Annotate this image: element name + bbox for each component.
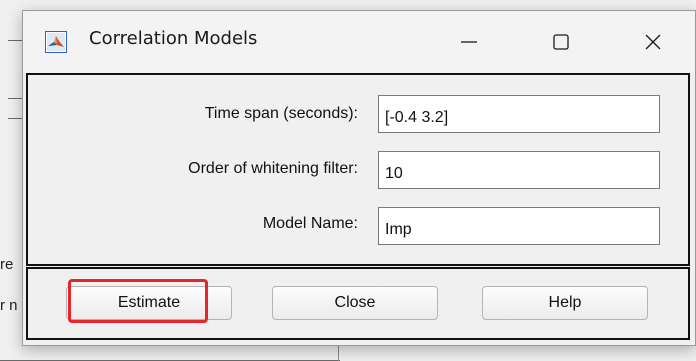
background-divider [338,346,339,361]
background-text-fragment: re [0,256,14,273]
model-name-input[interactable] [378,207,660,245]
minimize-icon [461,41,477,43]
help-button[interactable]: Help [482,286,648,320]
correlation-models-dialog: Correlation Models Time span (seconds): … [22,10,696,346]
parameters-panel: Time span (seconds): Order of whitening … [26,73,690,266]
time-span-label: Time span (seconds): [204,105,358,122]
background-text-fragment: r n [0,297,18,314]
actions-panel: Estimate Close Help [26,267,690,340]
close-button[interactable]: Close [272,286,438,320]
window-close-button[interactable] [623,19,683,65]
maximize-icon [553,34,569,50]
estimate-button[interactable]: Estimate [66,286,232,320]
whitening-order-label: Order of whitening filter: [188,160,358,177]
close-icon [645,34,661,50]
whitening-order-input[interactable] [378,151,660,189]
minimize-button[interactable] [439,19,499,65]
maximize-button[interactable] [531,19,591,65]
model-name-label: Model Name: [262,215,358,232]
time-span-input[interactable] [378,95,660,133]
title-bar[interactable]: Correlation Models [23,11,695,73]
matlab-icon [45,31,67,53]
window-title: Correlation Models [89,28,258,49]
